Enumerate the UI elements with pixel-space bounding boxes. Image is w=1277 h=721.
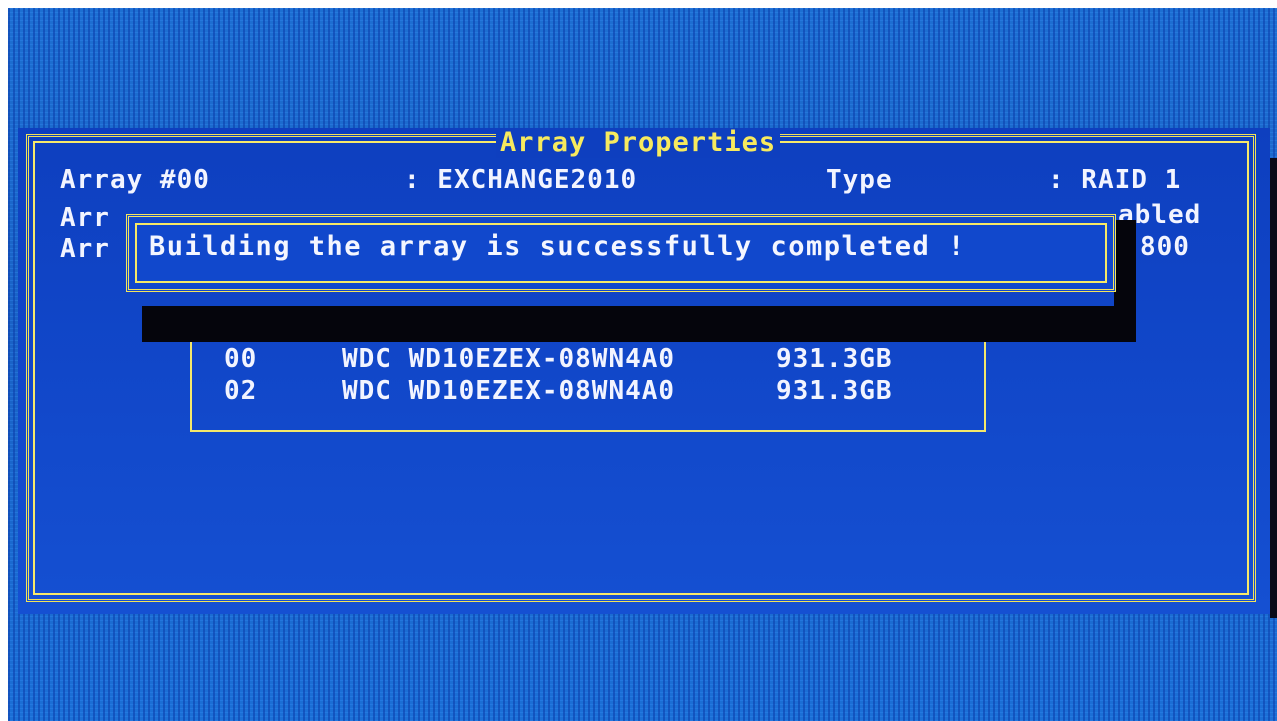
row2-label-fragment: Arr [60, 203, 110, 233]
completion-message: Building the array is successfully compl… [149, 231, 966, 262]
drive-port: 00 [224, 344, 258, 374]
array-type-label: Type [826, 165, 893, 195]
dialog-title: Array Properties [496, 128, 781, 158]
row3-label-fragment: Arr [60, 234, 110, 264]
drive-port: 02 [224, 376, 258, 406]
array-number-label: Array #00 [60, 165, 210, 195]
drive-capacity: 931.3GB [776, 376, 893, 406]
drive-model: WDC WD10EZEX-08WN4A0 [342, 344, 676, 374]
popup-shadow [142, 306, 1136, 342]
bios-screen: Array Properties Array #00 : EXCHANGE201… [8, 8, 1277, 721]
drive-model: WDC WD10EZEX-08WN4A0 [342, 376, 676, 406]
row3-value-fragment: 800 [1140, 232, 1190, 262]
array-properties-dialog: Array Properties Array #00 : EXCHANGE201… [18, 128, 1270, 614]
array-type-value: : RAID 1 [1048, 165, 1182, 195]
panel-shadow [1270, 158, 1277, 618]
drive-capacity: 931.3GB [776, 344, 893, 374]
completion-message-popup[interactable]: Building the array is successfully compl… [126, 214, 1116, 292]
array-name-value: : EXCHANGE2010 [404, 165, 638, 195]
